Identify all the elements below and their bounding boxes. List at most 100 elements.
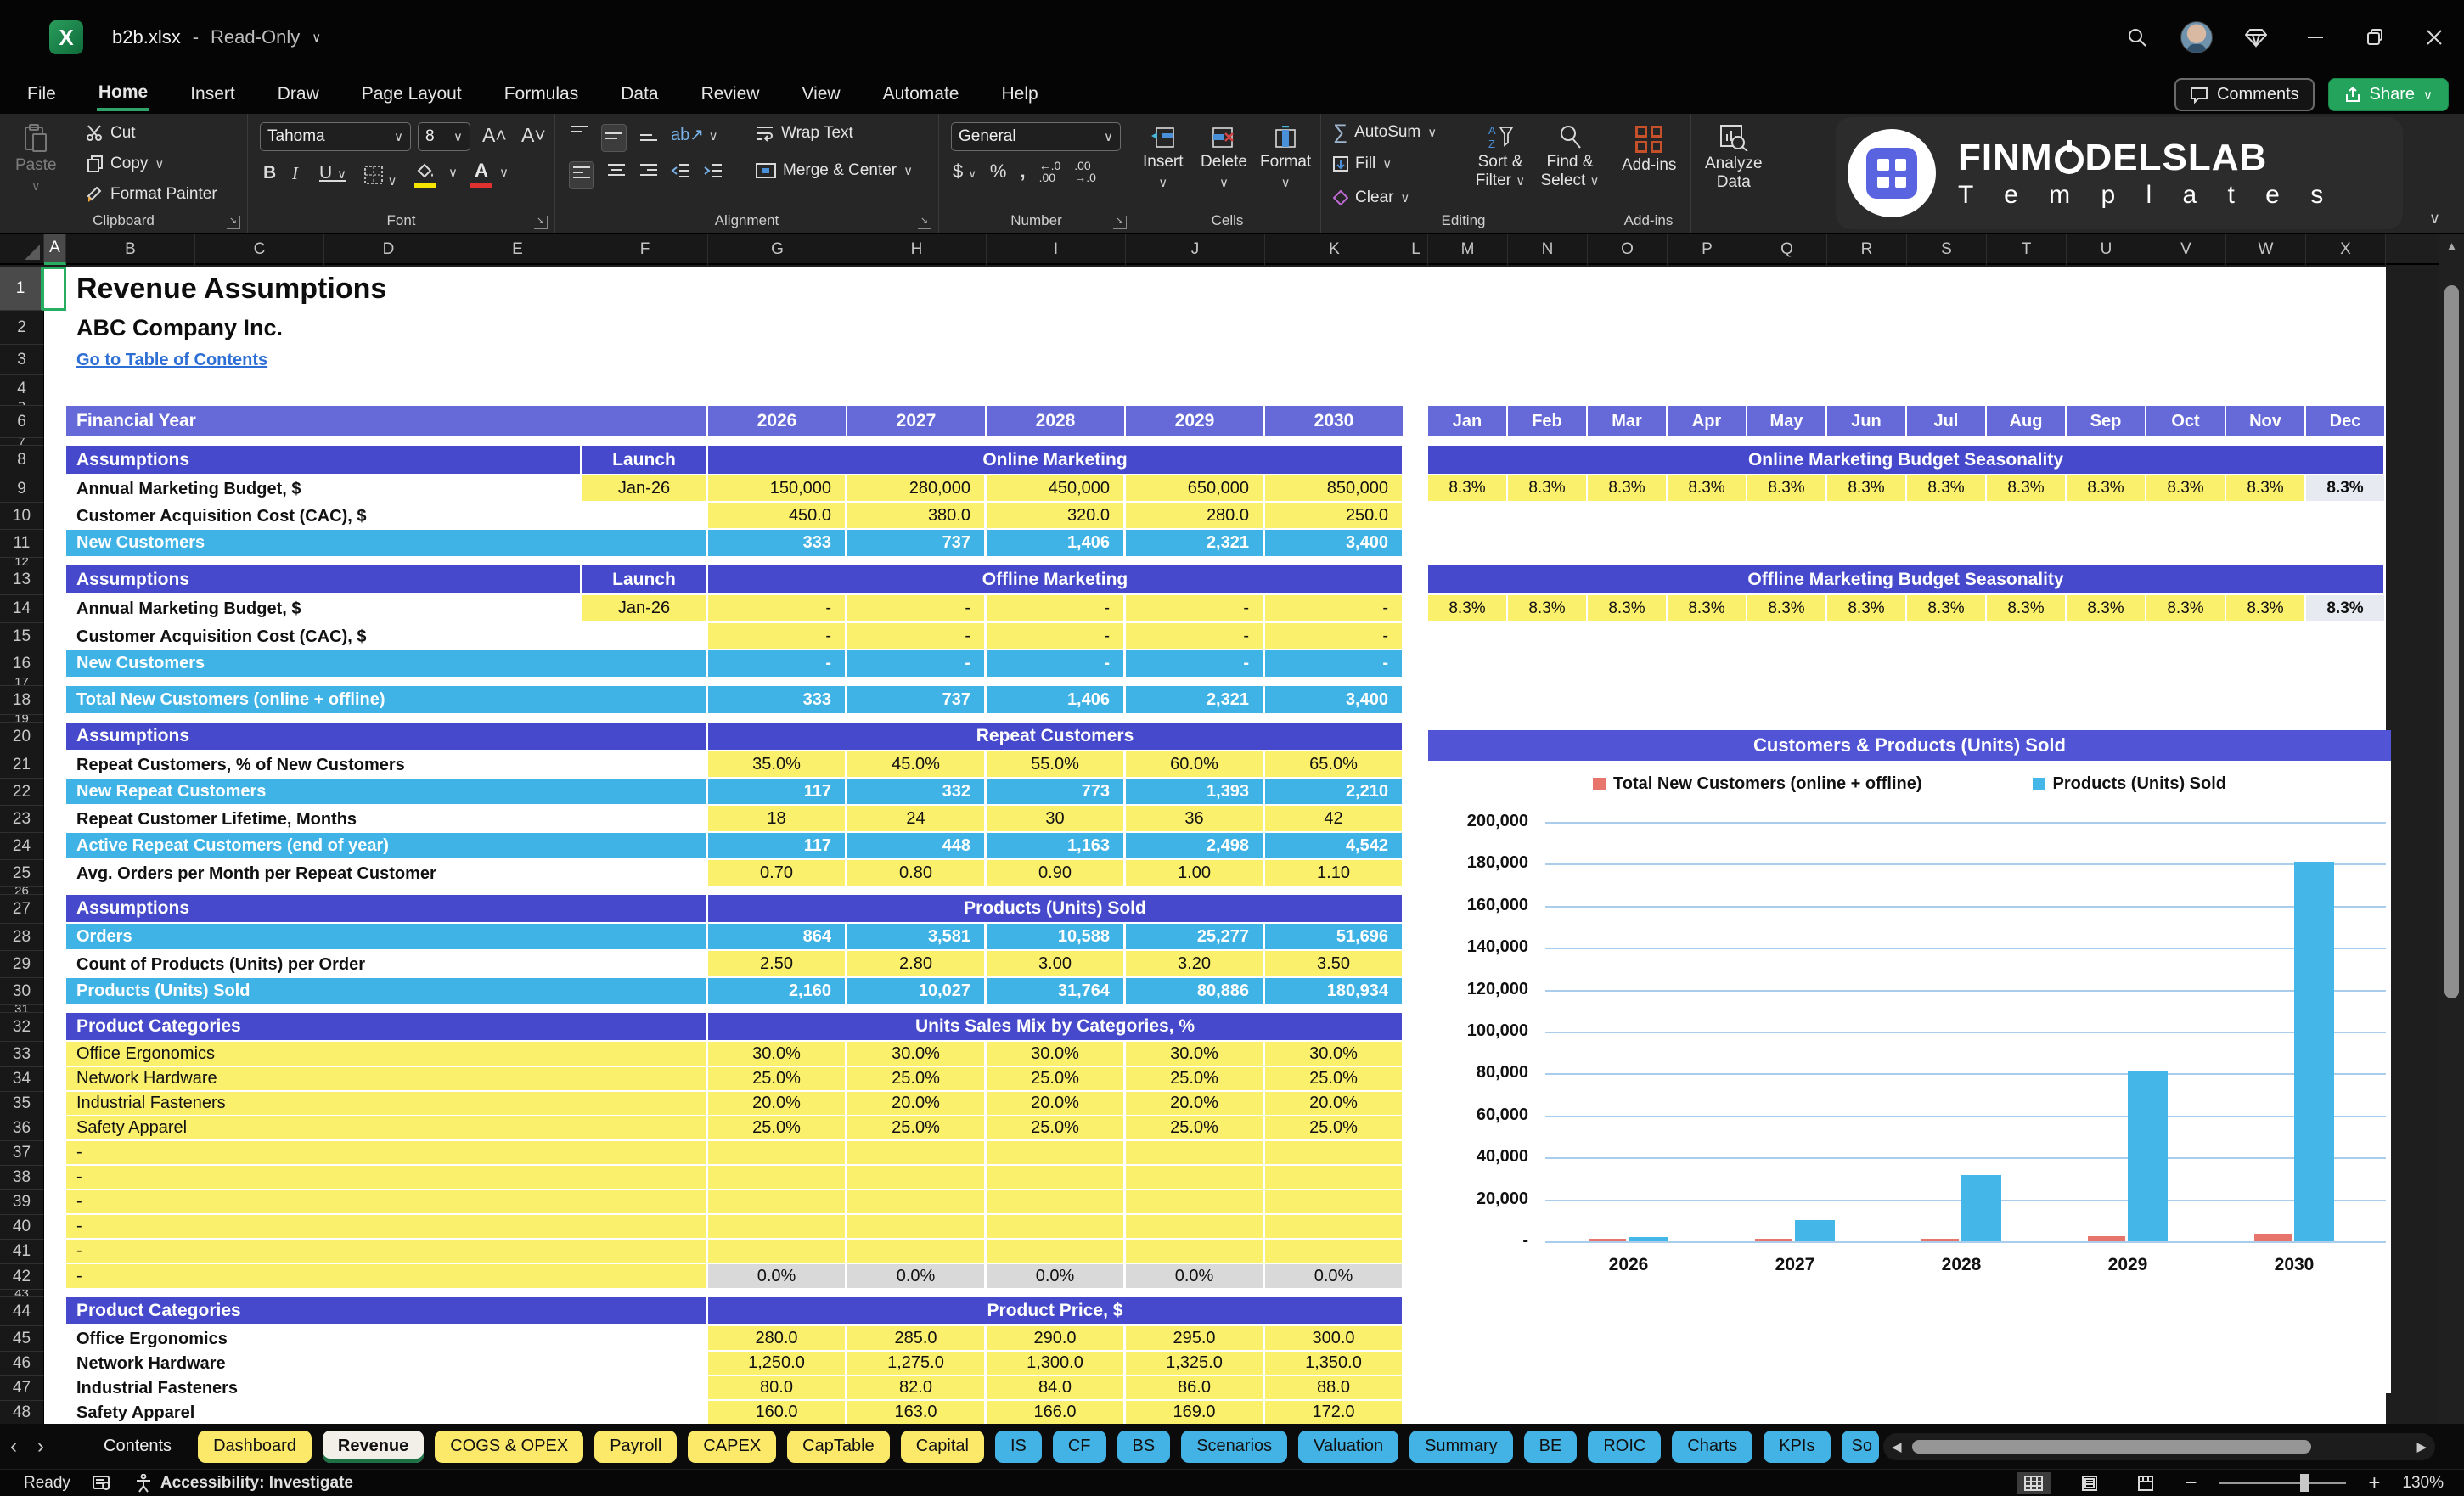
sort-filter-button[interactable]: AZ Sort & Filter ∨	[1467, 124, 1533, 190]
grid-cell-2027[interactable]: 82.0	[847, 1376, 987, 1401]
row-label[interactable]: New Customers	[66, 530, 708, 558]
grid-cell-2029[interactable]: 30.0%	[1126, 1042, 1265, 1067]
grid-cell-2029[interactable]: 2,321	[1126, 530, 1265, 558]
launch-cell[interactable]: Jan-26	[582, 595, 708, 623]
grid-cell-2028[interactable]: 0.0%	[987, 1264, 1126, 1290]
launch-cell[interactable]: Jan-26	[582, 475, 708, 503]
column-header-R[interactable]: R	[1827, 234, 1907, 265]
row-header-8[interactable]: 8	[0, 446, 44, 475]
sheet-tab-kpis[interactable]: KPIs	[1764, 1430, 1831, 1463]
grid-cell-2029[interactable]: 2,498	[1126, 833, 1265, 860]
grid-cell-2027[interactable]	[847, 1166, 987, 1190]
row-header-22[interactable]: 22	[0, 779, 44, 806]
row-header-21[interactable]: 21	[0, 751, 44, 779]
row-header-2[interactable]: 2	[0, 311, 44, 345]
row-label[interactable]: Customer Acquisition Cost (CAC), $	[66, 503, 582, 530]
sheet-tab-revenue[interactable]: Revenue	[322, 1430, 425, 1463]
grid-cell-2026[interactable]: 450.0	[708, 503, 847, 530]
grid-cell-2029[interactable]: 1,393	[1126, 779, 1265, 806]
align-middle-icon[interactable]	[601, 124, 627, 152]
row-header-14[interactable]: 14	[0, 595, 44, 623]
row-header-31[interactable]: 31	[0, 1005, 44, 1013]
grid-cell-2026[interactable]: -	[708, 623, 847, 650]
column-header-L[interactable]: L	[1404, 234, 1428, 265]
align-right-icon[interactable]	[639, 161, 659, 180]
grid-cell-2026[interactable]: 25.0%	[708, 1116, 847, 1141]
grid-cell-2027[interactable]: 163.0	[847, 1401, 987, 1424]
format-painter-button[interactable]: Format Painter	[87, 185, 217, 204]
grid-cell-2030[interactable]	[1265, 1166, 1404, 1190]
grid-cell-2026[interactable]: -	[708, 595, 847, 623]
grid-cell-2027[interactable]: 737	[847, 686, 987, 715]
grid-cell-2029[interactable]	[1126, 1215, 1265, 1240]
row-header-42[interactable]: 42	[0, 1264, 44, 1290]
grid-cell-2027[interactable]: 2.80	[847, 951, 987, 978]
row-header-29[interactable]: 29	[0, 951, 44, 978]
row-header-10[interactable]: 10	[0, 503, 44, 530]
grid-cell-2029[interactable]	[1126, 1190, 1265, 1215]
font-color-dropdown[interactable]: ∨	[499, 166, 509, 180]
sheet-title[interactable]: Revenue Assumptions	[66, 267, 1934, 311]
grid-cell-2026[interactable]: 117	[708, 833, 847, 860]
grid-cell[interactable]	[44, 475, 66, 503]
grid-cell-2026[interactable]	[708, 1166, 847, 1190]
sheet-tab-charts[interactable]: Charts	[1672, 1430, 1753, 1463]
grid-cell[interactable]	[1404, 595, 1428, 623]
menu-tab-draw[interactable]: Draw	[276, 79, 321, 110]
grid-cell-2028[interactable]: 55.0%	[987, 751, 1126, 779]
grid-cell-2028[interactable]: 1,406	[987, 686, 1126, 715]
grid-cell-month-Jan[interactable]: 8.3%	[1428, 475, 1508, 503]
row-header-15[interactable]: 15	[0, 623, 44, 650]
grid-cell-2030[interactable]: -	[1265, 595, 1404, 623]
column-header-U[interactable]: U	[2067, 234, 2146, 265]
grid-cell[interactable]	[44, 978, 66, 1005]
column-header-X[interactable]: X	[2306, 234, 2386, 265]
grid-cell-2026[interactable]: 333	[708, 686, 847, 715]
orientation-button[interactable]: ab↗ ∨	[671, 124, 718, 152]
grid-cell-2029[interactable]: 0.0%	[1126, 1264, 1265, 1290]
column-header-S[interactable]: S	[1907, 234, 1987, 265]
section-title[interactable]: Online Marketing	[708, 446, 1404, 475]
grid-cell-2026[interactable]: 1,250.0	[708, 1352, 847, 1376]
grid-cell-month-Sep[interactable]: 8.3%	[2067, 475, 2146, 503]
premium-diamond-icon[interactable]	[2226, 0, 2286, 75]
grid-cell[interactable]	[44, 650, 66, 678]
grid-cell-2030[interactable]: 2,210	[1265, 779, 1404, 806]
grid-cell-month-Mar[interactable]: 8.3%	[1588, 475, 1668, 503]
grid-cell-2030[interactable]: 3,400	[1265, 686, 1404, 715]
grid-cell-month-Jul[interactable]: 8.3%	[1907, 595, 1987, 623]
grid-cell-2026[interactable]: 150,000	[708, 475, 847, 503]
number-format-select[interactable]: General ∨	[951, 122, 1121, 151]
grid-cell[interactable]	[44, 751, 66, 779]
grid-cell-2027[interactable]	[847, 1215, 987, 1240]
row-header-28[interactable]: 28	[0, 924, 44, 951]
format-cells-button[interactable]: Format ∨	[1260, 126, 1311, 190]
column-header-H[interactable]: H	[847, 234, 987, 265]
chart-panel[interactable]: Customers & Products (Units) Sold Total …	[1428, 730, 2391, 1393]
launch-cell[interactable]	[582, 503, 708, 530]
grid-cell-month-Aug[interactable]: 8.3%	[1987, 475, 2067, 503]
grid-cell-2029[interactable]: 1.00	[1126, 860, 1265, 887]
section-label[interactable]: Assumptions	[66, 723, 708, 751]
grid-cell-2027[interactable]: -	[847, 623, 987, 650]
grid-cell-2030[interactable]: 3,400	[1265, 530, 1404, 558]
financial-year-label[interactable]: Financial Year	[66, 406, 708, 438]
grid-cell-2029[interactable]	[1126, 1141, 1265, 1166]
scroll-up-icon[interactable]: ▲	[2439, 239, 2464, 254]
grid-cell[interactable]	[44, 1141, 66, 1166]
grid-cell-2027[interactable]	[847, 1240, 987, 1264]
grid-cell-2030[interactable]: 65.0%	[1265, 751, 1404, 779]
sheet-tab-capital[interactable]: Capital	[900, 1430, 984, 1463]
row-header-7[interactable]: 7	[0, 438, 44, 446]
grid-cell[interactable]	[44, 951, 66, 978]
row-label[interactable]: Office Ergonomics	[66, 1326, 708, 1352]
column-header-T[interactable]: T	[1987, 234, 2067, 265]
grid-cell-2026[interactable]: 0.0%	[708, 1264, 847, 1290]
grid-cell-2026[interactable]: 333	[708, 530, 847, 558]
grid-cell-2026[interactable]: 35.0%	[708, 751, 847, 779]
row-header-40[interactable]: 40	[0, 1215, 44, 1240]
share-button[interactable]: Share ∨	[2327, 78, 2449, 111]
bold-button[interactable]: B	[263, 163, 276, 183]
cut-button[interactable]: Cut	[87, 124, 136, 143]
row-label[interactable]: Annual Marketing Budget, $	[66, 595, 582, 623]
